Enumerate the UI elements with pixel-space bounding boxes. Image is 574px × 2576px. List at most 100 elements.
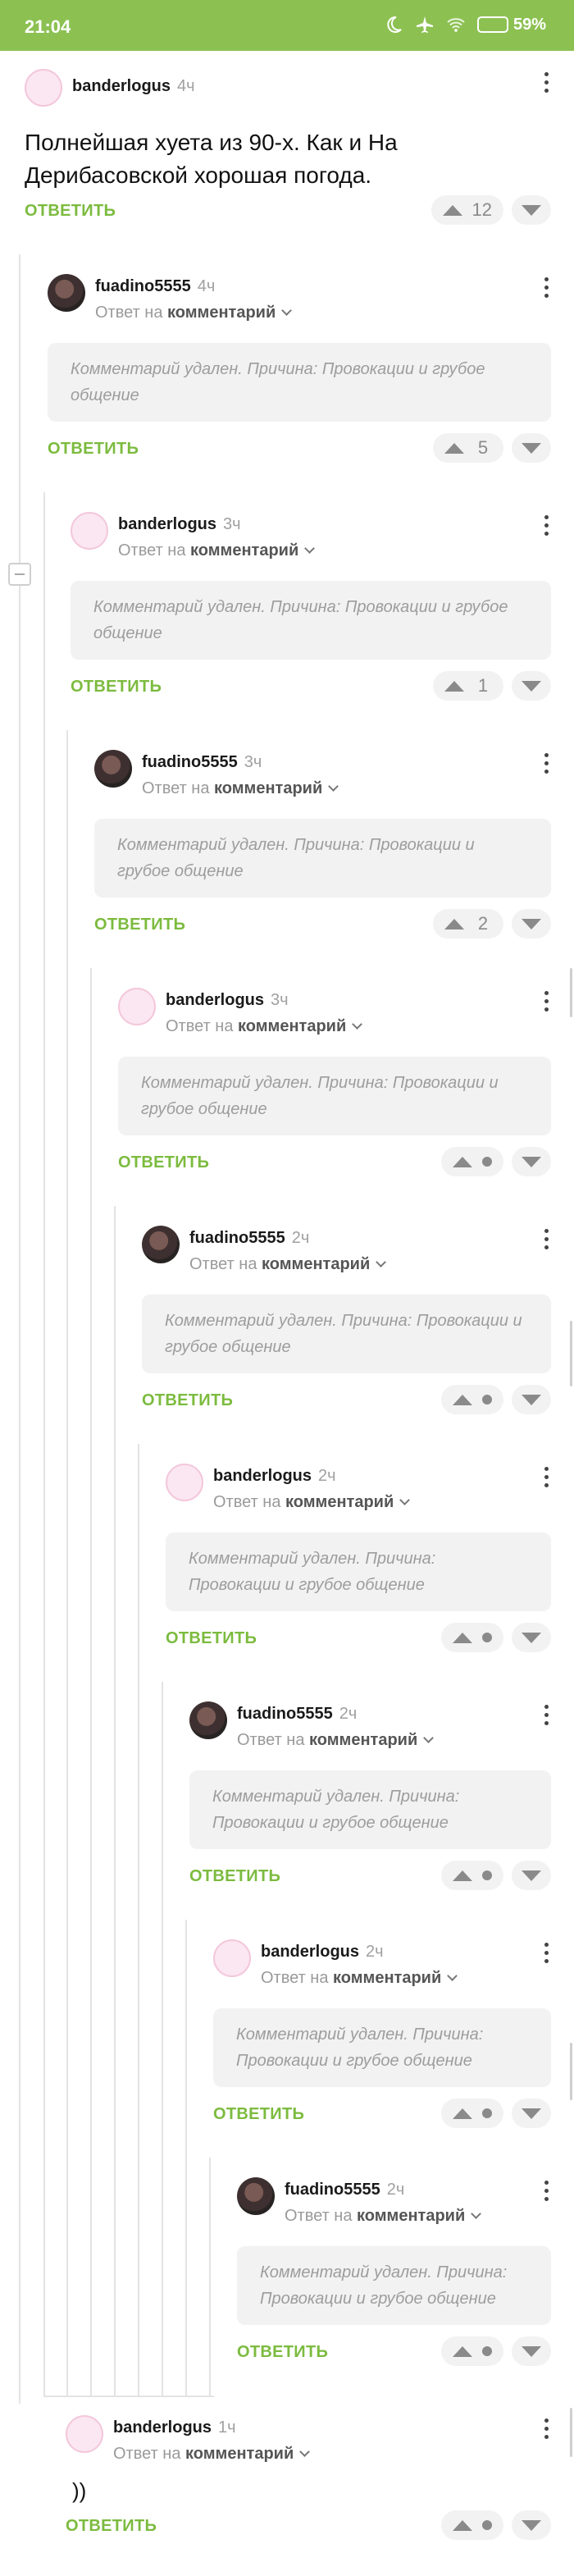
reply-to[interactable]: Ответ на комментарий — [261, 1969, 458, 1988]
upvote-icon[interactable] — [444, 680, 464, 692]
avatar[interactable] — [213, 1939, 251, 1977]
more-options-icon[interactable] — [541, 277, 551, 302]
reply-button[interactable]: ОТВЕТИТЬ — [213, 2105, 304, 2124]
reply-button[interactable]: ОТВЕТИТЬ — [142, 1391, 233, 1410]
downvote-button[interactable] — [512, 433, 551, 463]
author-label[interactable]: fuadino5555 — [142, 753, 238, 771]
reply-to[interactable]: Ответ на комментарий — [189, 1255, 387, 1274]
author-label[interactable]: banderlogus — [118, 515, 216, 533]
reply-to[interactable]: Ответ на комментарий — [113, 2445, 311, 2464]
reply-button[interactable]: ОТВЕТИТЬ — [71, 678, 162, 697]
reply-to-target[interactable]: комментарий — [333, 1969, 441, 1987]
avatar[interactable] — [118, 988, 156, 1025]
more-options-icon[interactable] — [541, 515, 551, 540]
downvote-button[interactable] — [512, 1623, 551, 1652]
reply-to[interactable]: Ответ на комментарий — [285, 2207, 482, 2226]
downvote-button[interactable] — [512, 1147, 551, 1176]
author-name[interactable]: fuadino5555 2ч — [189, 1229, 309, 1248]
author-label[interactable]: banderlogus — [166, 991, 264, 1009]
author-name[interactable]: fuadino5555 3ч — [142, 753, 262, 772]
avatar[interactable] — [189, 1701, 227, 1739]
more-options-icon[interactable] — [541, 1229, 551, 1254]
author-label[interactable]: banderlogus — [261, 1943, 359, 1961]
reply-to-target[interactable]: комментарий — [285, 1493, 394, 1511]
author-name[interactable]: banderlogus 4ч — [72, 77, 195, 96]
downvote-button[interactable] — [512, 195, 551, 225]
downvote-button[interactable] — [512, 909, 551, 939]
reply-to[interactable]: Ответ на комментарий — [213, 1493, 411, 1512]
upvote-icon[interactable] — [442, 204, 462, 216]
reply-to-prefix: Ответ на — [113, 2445, 181, 2463]
avatar[interactable] — [66, 2415, 103, 2453]
reply-to-target[interactable]: комментарий — [190, 541, 298, 560]
author-name[interactable]: banderlogus 3ч — [166, 991, 289, 1010]
downvote-button[interactable] — [512, 2510, 551, 2540]
reply-button[interactable]: ОТВЕТИТЬ — [48, 440, 139, 459]
more-options-icon[interactable] — [541, 1705, 551, 1729]
author-name[interactable]: banderlogus 2ч — [261, 1943, 384, 1962]
author-label[interactable]: fuadino5555 — [189, 1229, 285, 1247]
author-name[interactable]: banderlogus 2ч — [213, 1467, 336, 1486]
collapse-thread-button[interactable] — [8, 563, 31, 586]
reply-to[interactable]: Ответ на комментарий — [118, 541, 316, 560]
avatar[interactable] — [48, 274, 85, 312]
more-options-icon[interactable] — [541, 2181, 551, 2205]
avatar[interactable] — [142, 1226, 180, 1263]
reply-to[interactable]: Ответ на комментарий — [166, 1017, 363, 1036]
author-name[interactable]: banderlogus 3ч — [118, 515, 241, 534]
author-name[interactable]: fuadino5555 4ч — [95, 277, 215, 296]
reply-to-target[interactable]: комментарий — [309, 1731, 417, 1749]
downvote-icon — [522, 1632, 541, 1643]
upvote-icon[interactable] — [444, 442, 464, 454]
downvote-button[interactable] — [512, 1385, 551, 1414]
downvote-button[interactable] — [512, 1861, 551, 1890]
author-name[interactable]: banderlogus 1ч — [113, 2418, 236, 2437]
downvote-button[interactable] — [512, 671, 551, 701]
reply-to-target[interactable]: комментарий — [167, 304, 276, 322]
upvote-icon[interactable] — [453, 1394, 472, 1405]
reply-button[interactable]: ОТВЕТИТЬ — [166, 1629, 257, 1648]
downvote-button[interactable] — [512, 2099, 551, 2128]
upvote-icon[interactable] — [453, 1870, 472, 1881]
avatar[interactable] — [237, 2177, 275, 2215]
author-label[interactable]: fuadino5555 — [237, 1705, 333, 1723]
author-label[interactable]: banderlogus — [113, 2418, 212, 2437]
upvote-icon[interactable] — [453, 2345, 472, 2357]
avatar[interactable] — [94, 750, 132, 788]
reply-button[interactable]: ОТВЕТИТЬ — [118, 1153, 209, 1172]
reply-to[interactable]: Ответ на комментарий — [95, 304, 293, 322]
reply-button[interactable]: ОТВЕТИТЬ — [237, 2343, 328, 2362]
reply-to-target[interactable]: комментарий — [238, 1017, 346, 1035]
upvote-icon[interactable] — [453, 2519, 472, 2531]
author-name[interactable]: fuadino5555 2ч — [237, 1705, 357, 1724]
upvote-icon[interactable] — [453, 2108, 472, 2119]
reply-to[interactable]: Ответ на комментарий — [237, 1731, 435, 1750]
upvote-icon[interactable] — [453, 1156, 472, 1167]
more-options-icon[interactable] — [541, 1943, 551, 1967]
author-label[interactable]: banderlogus — [72, 77, 171, 95]
reply-to-target[interactable]: комментарий — [357, 2207, 465, 2225]
avatar[interactable] — [166, 1464, 203, 1501]
author-label[interactable]: fuadino5555 — [285, 2181, 380, 2199]
more-options-icon[interactable] — [541, 2418, 551, 2443]
reply-to-target[interactable]: комментарий — [185, 2445, 294, 2463]
avatar[interactable] — [71, 512, 108, 550]
more-options-icon[interactable] — [541, 753, 551, 778]
reply-to[interactable]: Ответ на комментарий — [142, 779, 339, 798]
upvote-icon[interactable] — [453, 1632, 472, 1643]
more-options-icon[interactable] — [541, 72, 551, 97]
more-options-icon[interactable] — [541, 1467, 551, 1491]
reply-button[interactable]: ОТВЕТИТЬ — [25, 202, 116, 221]
reply-button[interactable]: ОТВЕТИТЬ — [94, 916, 185, 934]
author-label[interactable]: fuadino5555 — [95, 277, 191, 295]
author-label[interactable]: banderlogus — [213, 1467, 312, 1485]
downvote-button[interactable] — [512, 2336, 551, 2366]
reply-button[interactable]: ОТВЕТИТЬ — [66, 2517, 157, 2536]
avatar[interactable] — [25, 69, 62, 107]
more-options-icon[interactable] — [541, 991, 551, 1016]
reply-to-target[interactable]: комментарий — [262, 1255, 370, 1273]
upvote-icon[interactable] — [444, 918, 464, 929]
reply-button[interactable]: ОТВЕТИТЬ — [189, 1867, 280, 1886]
author-name[interactable]: fuadino5555 2ч — [285, 2181, 404, 2199]
reply-to-target[interactable]: комментарий — [214, 779, 322, 797]
